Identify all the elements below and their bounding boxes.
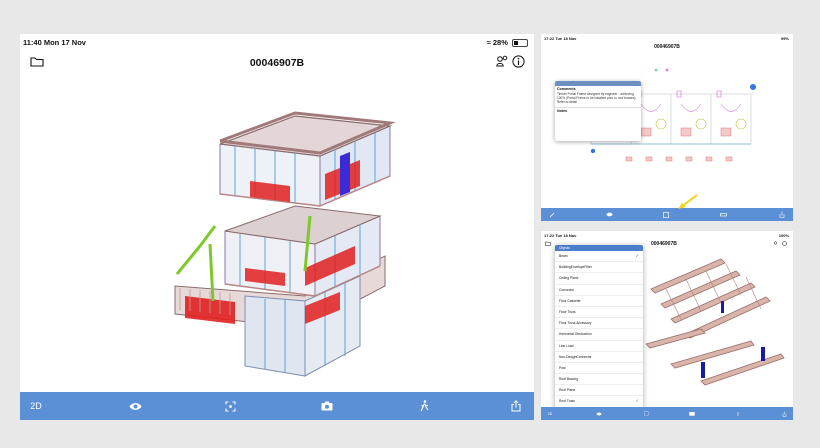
bottom-toolbar [541, 208, 793, 221]
menu-item[interactable]: Floor Cassette [555, 296, 643, 307]
status-bar: 17:22 Tue 18 Nov 100% [541, 231, 793, 239]
walk-person-icon [737, 411, 739, 416]
wifi-icon: ≈ [486, 38, 491, 47]
share-button[interactable] [777, 208, 787, 221]
menu-item[interactable]: Connector [555, 285, 643, 296]
status-bar: 17:22 Tue 18 Nov 99% [541, 34, 793, 42]
objects-ipad-screen: 17:22 Tue 18 Nov 100% 00046907B Objects … [541, 231, 793, 420]
eye-icon [605, 212, 613, 217]
walk-person-icon [420, 400, 428, 412]
camera-button[interactable] [317, 392, 337, 420]
menu-item[interactable]: Non-DesignConnector [555, 352, 643, 363]
main-ipad-screen: 11:40 Mon 17 Nov ≈ 28% 00046907B 2D [20, 34, 534, 420]
people-icon[interactable] [496, 55, 508, 68]
visibility-button[interactable] [125, 392, 145, 420]
eye-icon [129, 402, 141, 410]
page-title: 00046907B [249, 57, 305, 69]
status-time: 17:22 Tue 18 Nov [544, 36, 577, 41]
car-icon [719, 213, 727, 217]
menu-item[interactable]: Line Load [555, 341, 643, 352]
visibility-button[interactable] [603, 208, 615, 221]
notes-heading: Notes [555, 107, 641, 114]
share-button[interactable] [779, 407, 789, 420]
info-icon[interactable] [512, 55, 525, 68]
menu-item[interactable]: Roof Plane [555, 385, 643, 397]
roof-truss-3d-model[interactable] [641, 249, 791, 399]
checkmark-icon: ✓ [635, 398, 639, 404]
focus-button[interactable] [641, 407, 651, 420]
bottom-toolbar: 2D [541, 407, 793, 420]
status-battery: 99% [780, 36, 789, 41]
comments-body: Timber Portal Frame designed by engineer… [557, 92, 637, 104]
tool-wrench[interactable] [547, 208, 557, 221]
comments-ipad-screen: 17:22 Tue 18 Nov 99% 00046907B Comments … [541, 34, 793, 221]
objects-filter-menu: Objects Beam ✓ BuildingEnvelopeFilter Cei… [555, 245, 643, 416]
walk-mode-button[interactable] [733, 407, 743, 420]
share-icon [511, 400, 521, 412]
status-right: ≈ 28% [486, 38, 528, 48]
eye-icon [596, 412, 602, 415]
menu-item[interactable]: BuildingEnvelopeFilter [555, 262, 643, 274]
share-icon [779, 211, 785, 218]
building-3d-model[interactable] [155, 96, 400, 384]
status-time: 11:40 Mon 17 Nov [23, 38, 86, 47]
info-icon[interactable] [782, 241, 787, 246]
battery-icon [512, 39, 528, 48]
camera-icon [689, 412, 695, 416]
pointer-arrow-icon [678, 194, 698, 209]
checkmark-icon: ✓ [635, 253, 639, 258]
menu-item[interactable]: Horizontal Obstruction [555, 329, 643, 341]
menu-item[interactable]: Post [555, 363, 643, 375]
bottom-toolbar: 2D [20, 392, 534, 420]
folder-icon[interactable] [545, 241, 551, 246]
focus-frame-icon [643, 411, 649, 416]
menu-item[interactable]: Roof Bracing [555, 374, 643, 386]
menu-item[interactable]: Beam ✓ [555, 251, 643, 263]
wrench-icon [549, 212, 555, 217]
mode-2d-button[interactable]: 2D [26, 392, 46, 420]
page-title: 00046907B [651, 241, 677, 247]
visibility-button[interactable] [594, 407, 604, 420]
note-edit-icon [663, 211, 669, 218]
walk-mode-button[interactable] [414, 392, 434, 420]
share-icon [782, 411, 786, 417]
camera-icon [321, 401, 333, 411]
comments-popup[interactable]: Comments Timber Portal Frame designed by… [555, 81, 641, 141]
page-title: 00046907B [654, 44, 680, 50]
comments-button[interactable] [660, 208, 672, 221]
people-icon[interactable] [773, 241, 778, 246]
status-time: 17:22 Tue 18 Nov [544, 233, 577, 238]
camera-button[interactable] [687, 407, 697, 420]
mode-2d-button[interactable]: 2D [545, 407, 555, 420]
status-battery: 100% [778, 233, 789, 238]
focus-frame-icon [224, 400, 236, 412]
focus-button[interactable] [220, 392, 240, 420]
menu-item[interactable]: Roof Truss ✓ [555, 396, 643, 408]
battery-percent: 28% [492, 38, 508, 47]
status-bar: 11:40 Mon 17 Nov ≈ 28% [20, 34, 534, 49]
menu-item[interactable]: Floor Truss Accessory [555, 318, 643, 330]
share-button[interactable] [506, 392, 526, 420]
menu-item[interactable]: Ceiling Plane [555, 273, 643, 285]
vehicle-button[interactable] [717, 208, 729, 221]
menu-item[interactable]: Floor Truss [555, 307, 643, 319]
